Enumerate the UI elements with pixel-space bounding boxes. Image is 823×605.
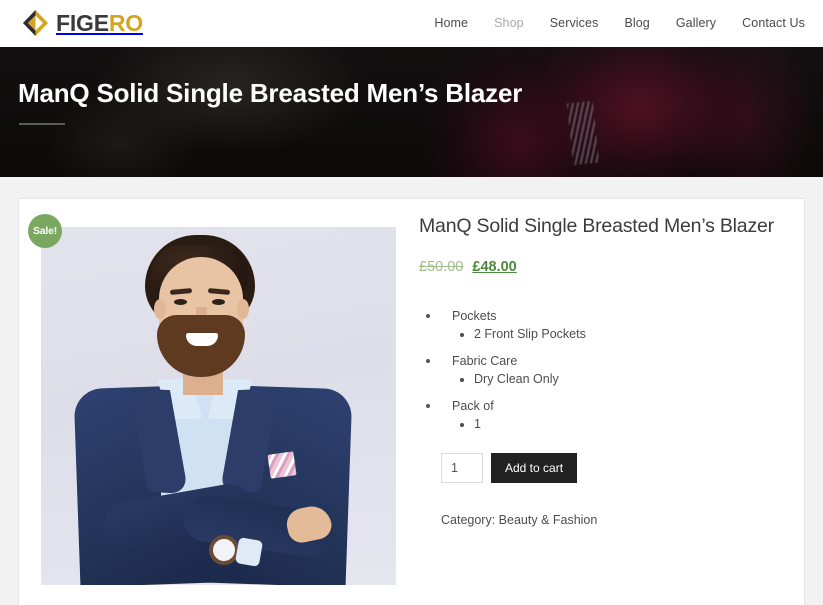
price-original: £50.00: [419, 259, 464, 275]
main-navigation: Home Shop Services Blog Gallery Contact …: [434, 16, 805, 30]
product-page: FIGERO Home Shop Services Blog Gallery C…: [0, 0, 823, 605]
price-row: £50.00 £48.00: [419, 259, 789, 275]
price-sale: £48.00: [472, 259, 517, 275]
spec-value: Dry Clean Only: [474, 372, 789, 386]
spec-value: 2 Front Slip Pockets: [474, 327, 789, 341]
spec-item: Fabric Care Dry Clean Only: [441, 344, 789, 386]
spec-values-pockets: 2 Front Slip Pockets: [441, 327, 789, 341]
nav-item-services[interactable]: Services: [550, 16, 599, 30]
quantity-input[interactable]: [441, 453, 483, 483]
spec-label-pockets: Pockets: [452, 309, 497, 323]
spec-value: 1: [474, 417, 789, 431]
nav-item-blog[interactable]: Blog: [624, 16, 649, 30]
logo-text-dark: FIGE: [56, 10, 109, 36]
product-title: ManQ Solid Single Breasted Men’s Blazer: [419, 215, 774, 237]
product-photo-illustration: [41, 227, 396, 585]
product-category: Category: Beauty & Fashion: [441, 513, 598, 527]
site-logo[interactable]: FIGERO: [22, 9, 143, 37]
nav-item-home[interactable]: Home: [434, 16, 468, 30]
spec-values-pack-of: 1: [441, 417, 789, 431]
nav-item-shop[interactable]: Shop: [494, 16, 524, 30]
product-image[interactable]: [41, 227, 396, 585]
product-gallery[interactable]: Sale!: [28, 214, 396, 585]
add-to-cart-row: Add to cart: [441, 453, 789, 483]
spec-item: Pack of 1: [441, 389, 789, 431]
sale-badge: Sale!: [28, 214, 62, 248]
add-to-cart-button[interactable]: Add to cart: [491, 453, 578, 483]
product-info: ManQ Solid Single Breasted Men’s Blazer …: [419, 213, 789, 527]
hero-background-image: [0, 47, 823, 177]
site-header: FIGERO Home Shop Services Blog Gallery C…: [0, 0, 823, 47]
nav-item-contact-us[interactable]: Contact Us: [742, 16, 805, 30]
nav-item-gallery[interactable]: Gallery: [676, 16, 716, 30]
spec-values-fabric-care: Dry Clean Only: [441, 372, 789, 386]
page-title: ManQ Solid Single Breasted Men’s Blazer: [18, 78, 523, 108]
spec-item: Pockets 2 Front Slip Pockets: [441, 299, 789, 341]
spec-label-fabric-care: Fabric Care: [452, 354, 518, 368]
diamond-logo-icon: [23, 10, 48, 36]
logo-text-gold: RO: [108, 10, 143, 36]
title-divider: [19, 123, 65, 125]
hero-banner: ManQ Solid Single Breasted Men’s Blazer …: [0, 47, 823, 177]
product-specs-list: Pockets 2 Front Slip Pockets Fabric Care…: [419, 299, 789, 431]
spec-label-pack-of: Pack of: [452, 399, 494, 413]
logo-text: FIGERO: [56, 9, 143, 37]
product-detail-card: Sale! ManQ Solid Single Breasted Men’s B…: [18, 198, 805, 605]
